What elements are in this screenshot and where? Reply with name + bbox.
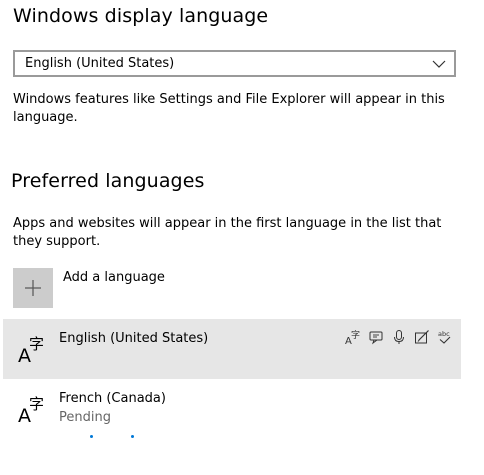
add-language-label: Add a language: [63, 270, 165, 285]
language-glyph-icon: A 字: [18, 335, 44, 365]
display-language-selected-value: English (United States): [25, 56, 175, 71]
svg-text:abc: abc: [438, 330, 450, 338]
language-glyph-icon: A 字: [18, 395, 44, 425]
chevron-down-icon: [432, 60, 446, 68]
preferred-languages-description: Apps and websites will appear in the fir…: [13, 216, 442, 249]
progress-dot: [90, 435, 93, 438]
add-language-button[interactable]: Add a language: [13, 268, 173, 308]
handwriting-icon: [415, 330, 429, 344]
language-feature-icons: A 字 abc: [343, 329, 455, 347]
display-language-description: Windows features like Settings and File …: [13, 92, 445, 125]
spell-check-icon: abc: [438, 330, 451, 344]
plus-icon: [25, 280, 41, 296]
svg-text:字: 字: [29, 335, 44, 353]
display-language-icon: A 字: [345, 329, 360, 345]
language-name: English (United States): [59, 331, 209, 346]
svg-text:字: 字: [351, 329, 360, 341]
display-language-dropdown[interactable]: English (United States): [13, 50, 456, 77]
preferred-languages-title: Preferred languages: [11, 170, 205, 192]
language-status: Pending: [59, 410, 111, 425]
language-name: French (Canada): [59, 391, 166, 406]
display-language-title: Windows display language: [13, 5, 269, 27]
language-item-english-us[interactable]: A 字 English (United States) A 字 abc: [3, 319, 461, 379]
speech-icon: [369, 331, 383, 345]
svg-text:字: 字: [29, 395, 44, 413]
voice-microphone-icon: [394, 330, 404, 344]
language-item-french-canada[interactable]: A 字 French (Canada) Pending: [3, 379, 461, 439]
add-language-tile: [13, 268, 53, 308]
progress-dot: [131, 435, 134, 438]
